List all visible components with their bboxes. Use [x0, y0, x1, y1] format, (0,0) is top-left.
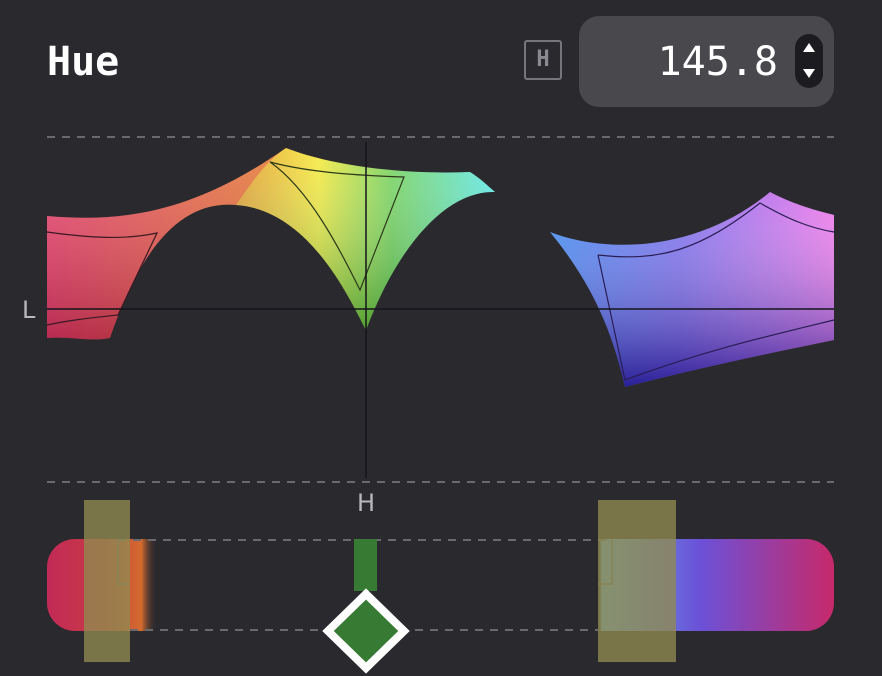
- gamut-surface-blue: [550, 192, 835, 387]
- panel-title: Hue: [47, 39, 120, 85]
- value-stepper[interactable]: [795, 34, 823, 88]
- y-axis-label: L: [22, 296, 36, 324]
- triangle-down-icon: [803, 69, 815, 78]
- mode-badge[interactable]: H: [524, 40, 562, 80]
- triangle-up-icon: [803, 43, 815, 52]
- hue-track[interactable]: [47, 539, 834, 631]
- gamut-surface-red: [46, 148, 286, 340]
- handle-stem[interactable]: [354, 539, 377, 591]
- hue-value-field[interactable]: 145.8: [579, 16, 834, 107]
- out-of-gamut-band-left: [84, 500, 130, 662]
- hue-value-text[interactable]: 145.8: [658, 38, 778, 86]
- stepper-up-button[interactable]: [795, 34, 823, 61]
- x-axis-label: H: [357, 489, 376, 517]
- out-of-gamut-band-right: [598, 500, 676, 662]
- stepper-down-button[interactable]: [795, 61, 823, 88]
